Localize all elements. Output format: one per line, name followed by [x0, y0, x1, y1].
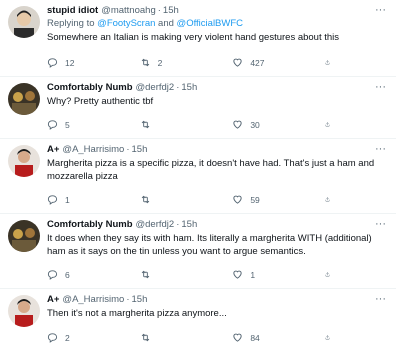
tweet[interactable]: Comfortably Numb @derfdj2 · 15h ··· It d… — [0, 214, 396, 289]
more-options-icon[interactable]: ··· — [375, 144, 386, 155]
reply-icon — [47, 270, 58, 280]
retweet-button[interactable] — [140, 332, 200, 343]
tweet-text: It does when they say its with ham. Its … — [47, 233, 372, 257]
tweet-actions: 6 1 — [47, 269, 337, 280]
reply-icon — [47, 58, 58, 68]
more-options-icon[interactable]: ··· — [375, 82, 386, 93]
heart-icon — [233, 58, 242, 67]
tweet-actions: 1 59 — [47, 194, 337, 205]
display-name[interactable]: Comfortably Numb — [47, 81, 133, 94]
timestamp[interactable]: 15h — [132, 143, 148, 156]
retweet-icon — [141, 333, 149, 342]
like-button[interactable]: 1 — [232, 269, 292, 280]
reply-button[interactable]: 1 — [47, 194, 107, 205]
like-button[interactable]: 30 — [232, 119, 292, 130]
timestamp[interactable]: 15h — [163, 4, 179, 17]
timestamp[interactable]: 15h — [181, 218, 197, 231]
like-button[interactable]: 84 — [232, 332, 292, 343]
tweet-text: Margherita pizza is a specific pizza, it… — [47, 158, 375, 182]
user-handle[interactable]: @derfdj2 — [136, 81, 175, 94]
user-handle[interactable]: @mattnoahg — [101, 4, 156, 17]
like-count: 1 — [250, 269, 256, 280]
reply-count: 6 — [65, 269, 70, 280]
retweet-icon — [141, 58, 149, 67]
replying-to: Replying to @FootyScran and @OfficialBWF… — [47, 18, 244, 29]
user-handle[interactable]: @A_Harrisimo — [62, 143, 124, 156]
reply-icon — [47, 333, 58, 343]
reply-button[interactable]: 6 — [47, 269, 107, 280]
share-button[interactable] — [325, 332, 337, 343]
like-count: 30 — [250, 119, 260, 130]
tweet-text: Somewhere an Italian is making very viol… — [47, 32, 340, 43]
tweet-thread: stupid idiot @mattnoahg · 15h ··· Replyi… — [0, 0, 396, 360]
share-button[interactable] — [325, 194, 337, 205]
retweet-icon — [141, 270, 149, 279]
retweet-button[interactable] — [140, 269, 200, 280]
share-icon — [325, 272, 330, 277]
heart-icon — [233, 270, 242, 279]
user-handle[interactable]: @derfdj2 — [136, 218, 175, 231]
like-button[interactable]: 427 — [232, 57, 292, 68]
reply-button[interactable]: 2 — [47, 332, 107, 343]
user-handle[interactable]: @A_Harrisimo — [62, 293, 124, 306]
reply-button[interactable]: 5 — [47, 119, 107, 130]
more-options-icon[interactable]: ··· — [375, 219, 386, 230]
avatar[interactable] — [8, 6, 40, 38]
tweet[interactable]: A+ @A_Harrisimo · 15h ··· Margherita piz… — [0, 139, 396, 214]
avatar[interactable] — [8, 220, 40, 252]
display-name[interactable]: A+ — [47, 293, 59, 306]
heart-icon — [233, 120, 242, 129]
retweet-button[interactable] — [140, 194, 200, 205]
display-name[interactable]: Comfortably Numb — [47, 218, 133, 231]
retweet-icon — [141, 195, 149, 204]
heart-icon — [233, 333, 242, 342]
heart-icon — [233, 195, 242, 204]
reply-icon — [47, 195, 58, 205]
mention-link[interactable]: @FootyScran — [97, 18, 155, 29]
retweet-button[interactable] — [140, 119, 200, 130]
like-count: 84 — [250, 332, 260, 343]
avatar[interactable] — [8, 145, 40, 177]
like-count: 59 — [250, 194, 260, 205]
mention-link[interactable]: @OfficialBWFC — [177, 18, 243, 29]
tweet-actions: 12 2 427 — [47, 57, 337, 68]
tweet[interactable]: Comfortably Numb @derfdj2 · 15h ··· Why?… — [0, 77, 396, 139]
reply-button[interactable]: 12 — [47, 57, 107, 68]
more-options-icon[interactable]: ··· — [375, 5, 386, 16]
reply-count: 12 — [65, 57, 75, 68]
share-icon — [325, 60, 330, 65]
share-button[interactable] — [325, 269, 337, 280]
more-options-icon[interactable]: ··· — [375, 294, 386, 305]
display-name[interactable]: stupid idiot — [47, 4, 98, 17]
avatar[interactable] — [8, 295, 40, 327]
tweet-actions: 5 30 — [47, 119, 337, 130]
share-icon — [325, 122, 330, 127]
tweet-text: Why? Pretty authentic tbf — [47, 96, 154, 107]
tweet-text: Then it's not a margherita pizza anymore… — [47, 308, 227, 319]
display-name[interactable]: A+ — [47, 143, 59, 156]
tweet[interactable]: stupid idiot @mattnoahg · 15h ··· Replyi… — [0, 0, 396, 77]
timestamp[interactable]: 15h — [132, 293, 148, 306]
share-icon — [325, 335, 330, 340]
timestamp[interactable]: 15h — [181, 81, 197, 94]
reply-count: 5 — [65, 119, 70, 130]
reply-icon — [47, 120, 58, 130]
like-count: 427 — [250, 57, 265, 68]
share-icon — [325, 197, 330, 202]
like-button[interactable]: 59 — [232, 194, 292, 205]
share-button[interactable] — [325, 57, 337, 68]
reply-count: 2 — [65, 332, 70, 343]
reply-count: 1 — [65, 194, 70, 205]
retweet-icon — [141, 120, 149, 129]
avatar[interactable] — [8, 83, 40, 115]
tweet-actions: 2 84 — [47, 332, 337, 343]
tweet[interactable]: A+ @A_Harrisimo · 15h ··· Then it's not … — [0, 289, 396, 360]
share-button[interactable] — [325, 119, 337, 130]
retweet-button[interactable]: 2 — [140, 57, 200, 68]
retweet-count: 2 — [157, 57, 163, 68]
